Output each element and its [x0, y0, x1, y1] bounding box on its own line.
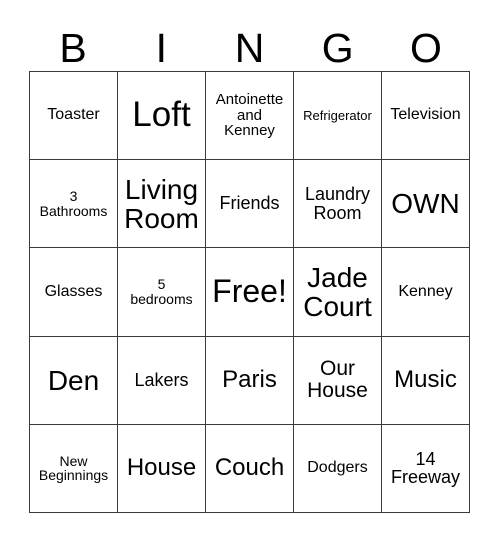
bingo-cell-text: Music — [394, 365, 457, 393]
bingo-cell-b2[interactable]: 3 Bathrooms — [30, 160, 118, 249]
bingo-cell-i5[interactable]: House — [118, 424, 206, 513]
bingo-cell-text: 14 Freeway — [390, 448, 461, 488]
bingo-cell-b3[interactable]: Glasses — [30, 248, 118, 337]
bingo-cell-text: Toaster — [47, 106, 100, 124]
bingo-cell-text: Friends — [219, 193, 280, 214]
bingo-cell-o3[interactable]: Kenney — [382, 248, 470, 337]
bingo-card: B I N G O Toaster Loft Antoinette and Ke… — [0, 0, 500, 544]
bingo-cell-n5[interactable]: Couch — [206, 424, 294, 513]
bingo-cell-text: Television — [390, 106, 461, 124]
bingo-cell-text: OWN — [391, 188, 460, 220]
bingo-cell-text: Living Room — [124, 173, 199, 234]
bingo-cell-g3[interactable]: Jade Court — [294, 248, 382, 337]
bingo-grid: Toaster Loft Antoinette and Kenney Refri… — [29, 71, 470, 513]
bingo-cell-text: Glasses — [44, 282, 103, 300]
bingo-cell-text: Couch — [214, 453, 285, 481]
bingo-cell-i3[interactable]: 5 bedrooms — [118, 248, 206, 337]
bingo-cell-text: 5 bedrooms — [130, 276, 193, 307]
bingo-header-letter-b: B — [59, 25, 87, 71]
bingo-cell-text: Dodgers — [307, 459, 368, 477]
bingo-cell-n1[interactable]: Antoinette and Kenney — [206, 72, 294, 161]
bingo-header-row: B I N G O — [29, 14, 470, 71]
bingo-cell-text: Our House — [307, 357, 368, 403]
bingo-cell-b1[interactable]: Toaster — [30, 72, 118, 161]
bingo-cell-text: Free! — [212, 273, 287, 310]
bingo-header-letter-i: I — [155, 25, 167, 71]
bingo-header-letter-n: N — [234, 25, 265, 71]
bingo-cell-text: New Beginnings — [38, 452, 109, 484]
bingo-cell-text: Laundry Room — [304, 184, 371, 223]
bingo-cell-text: 3 Bathrooms — [39, 188, 108, 219]
bingo-cell-text: Den — [47, 364, 100, 396]
bingo-cell-text: Lakers — [134, 369, 189, 390]
bingo-cell-i4[interactable]: Lakers — [118, 336, 206, 425]
bingo-cell-text: Loft — [132, 95, 191, 135]
bingo-cell-g2[interactable]: Laundry Room — [294, 160, 382, 249]
bingo-cell-n4[interactable]: Paris — [206, 336, 294, 425]
bingo-header-letter-o: O — [409, 25, 442, 71]
bingo-cell-free-space[interactable]: Free! — [206, 248, 294, 337]
bingo-cell-n2[interactable]: Friends — [206, 160, 294, 249]
bingo-cell-o2[interactable]: OWN — [382, 160, 470, 249]
bingo-cell-i1[interactable]: Loft — [118, 72, 206, 161]
bingo-cell-text: Jade Court — [303, 261, 372, 322]
bingo-cell-b4[interactable]: Den — [30, 336, 118, 425]
bingo-cell-o5[interactable]: 14 Freeway — [382, 424, 470, 513]
bingo-cell-text: House — [126, 453, 197, 481]
bingo-cell-i2[interactable]: Living Room — [118, 160, 206, 249]
bingo-cell-o1[interactable]: Television — [382, 72, 470, 161]
bingo-cell-text: Antoinette and Kenney — [215, 91, 284, 140]
bingo-cell-b5[interactable]: New Beginnings — [30, 424, 118, 513]
bingo-cell-text: Kenney — [398, 282, 453, 300]
bingo-cell-g4[interactable]: Our House — [294, 336, 382, 425]
bingo-cell-o4[interactable]: Music — [382, 336, 470, 425]
bingo-cell-g5[interactable]: Dodgers — [294, 424, 382, 513]
bingo-cell-text: Refrigerator — [303, 107, 372, 123]
bingo-cell-text: Paris — [222, 365, 277, 393]
bingo-cell-g1[interactable]: Refrigerator — [294, 72, 382, 161]
bingo-header-letter-g: G — [321, 25, 354, 71]
